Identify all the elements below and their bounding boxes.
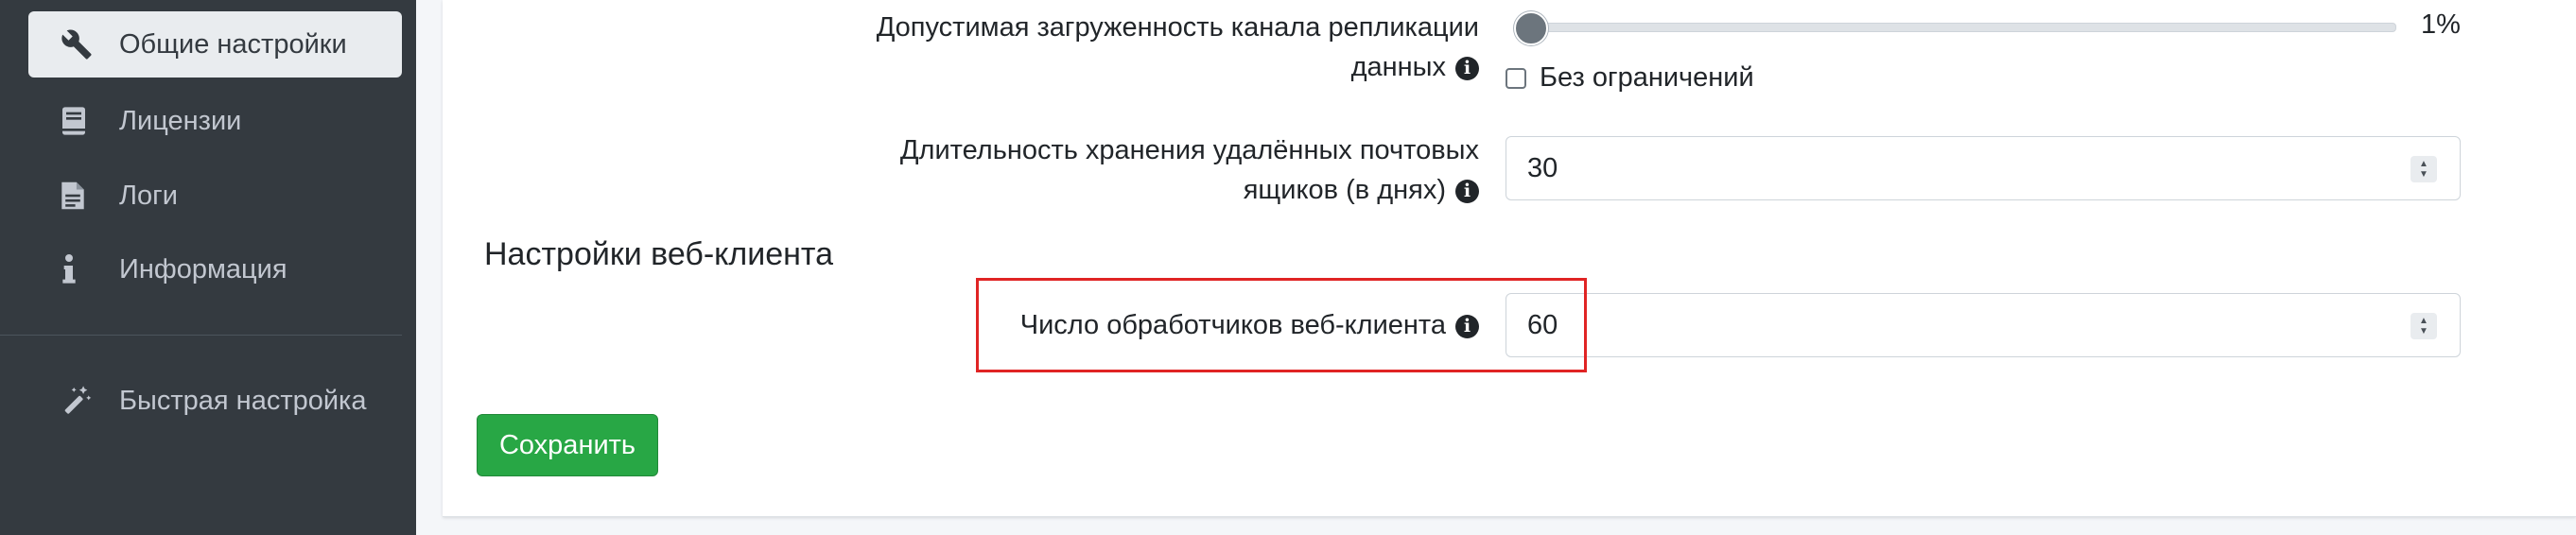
deleted-mailboxes-label: Длительность хранения удалённых почтовых… — [900, 130, 1479, 210]
replication-label-line1: Допустимая загруженность канала репликац… — [876, 12, 1479, 43]
number-stepper[interactable]: ▲ ▼ — [2411, 313, 2437, 339]
sidebar-item-quick-setup[interactable]: Быстрая настройка — [28, 368, 402, 434]
deleted-mailboxes-label-line2: ящиков (в днях) — [1243, 175, 1446, 205]
sidebar-item-label: Быстрая настройка — [119, 385, 367, 416]
chevron-down-icon[interactable]: ▼ — [2419, 326, 2428, 337]
section-title-web-client: Настройки веб-клиента — [484, 236, 834, 272]
chevron-up-icon[interactable]: ▲ — [2419, 159, 2428, 169]
replication-slider-thumb[interactable] — [1514, 11, 1548, 45]
chevron-up-icon[interactable]: ▲ — [2419, 316, 2428, 326]
number-stepper[interactable]: ▲ ▼ — [2411, 156, 2437, 182]
highlight-box — [976, 278, 1587, 372]
info-icon[interactable]: i — [1455, 56, 1479, 80]
sidebar: Общие настройки Лицензии Логи Информация… — [0, 0, 416, 535]
book-icon — [61, 104, 102, 138]
unlimited-option[interactable]: Без ограничений — [1506, 62, 1754, 94]
chevron-down-icon[interactable]: ▼ — [2419, 169, 2428, 180]
info-icon — [61, 252, 102, 286]
web-client-handlers-input[interactable]: 60 ▲ ▼ — [1506, 293, 2461, 357]
sidebar-item-information[interactable]: Информация — [28, 236, 402, 302]
file-icon — [61, 179, 102, 213]
sidebar-divider — [0, 335, 402, 336]
sidebar-item-label: Информация — [119, 253, 287, 285]
replication-label-line2: данных — [1350, 52, 1446, 82]
sidebar-item-licenses[interactable]: Лицензии — [28, 88, 402, 154]
replication-label: Допустимая загруженность канала репликац… — [877, 8, 1479, 87]
replication-value: 1% — [2421, 9, 2461, 40]
info-icon[interactable]: i — [1455, 179, 1479, 203]
save-button[interactable]: Сохранить — [477, 414, 658, 476]
deleted-mailboxes-label-line1: Длительность хранения удалённых почтовых — [899, 135, 1479, 165]
unlimited-checkbox[interactable] — [1506, 67, 1526, 89]
replication-slider-track[interactable] — [1515, 23, 2396, 32]
sidebar-item-logs[interactable]: Логи — [28, 163, 402, 229]
sidebar-item-general-settings[interactable]: Общие настройки — [28, 11, 402, 78]
sidebar-item-label: Общие настройки — [119, 28, 347, 60]
sidebar-item-label: Лицензии — [119, 105, 242, 136]
deleted-mailboxes-input[interactable]: 30 ▲ ▼ — [1506, 136, 2461, 200]
magic-wand-icon — [61, 384, 102, 418]
unlimited-label: Без ограничений — [1540, 62, 1754, 93]
deleted-mailboxes-value: 30 — [1527, 152, 1558, 183]
wrench-icon — [61, 27, 102, 61]
sidebar-item-label: Логи — [119, 180, 178, 211]
